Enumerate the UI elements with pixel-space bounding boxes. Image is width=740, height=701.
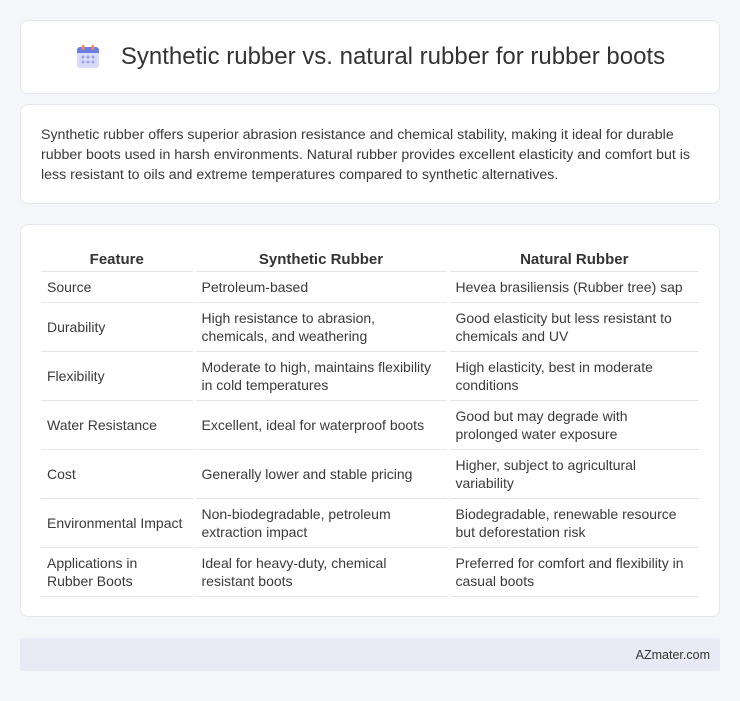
cell-synthetic: Petroleum-based [192, 271, 448, 303]
table-header-row: Feature Synthetic Rubber Natural Rubber [41, 245, 699, 272]
comparison-table-card: Feature Synthetic Rubber Natural Rubber … [20, 224, 720, 617]
cell-synthetic: Excellent, ideal for waterproof boots [192, 400, 448, 450]
table-row: Applications in Rubber Boots Ideal for h… [41, 547, 699, 597]
cell-feature: Durability [41, 302, 194, 352]
cell-natural: Higher, subject to agricultural variabil… [446, 449, 699, 499]
header-synthetic: Synthetic Rubber [192, 245, 448, 272]
cell-feature: Applications in Rubber Boots [41, 547, 194, 597]
footer-brand: AZmater.com [635, 647, 710, 662]
cell-feature: Flexibility [41, 351, 194, 401]
summary-card: Synthetic rubber offers superior abrasio… [20, 104, 720, 204]
calendar-icon [75, 44, 101, 70]
cell-feature: Environmental Impact [41, 498, 194, 548]
title-card: Synthetic rubber vs. natural rubber for … [20, 20, 720, 94]
comparison-table: Feature Synthetic Rubber Natural Rubber … [41, 245, 699, 597]
table-row: Flexibility Moderate to high, maintains … [41, 351, 699, 401]
table-row: Durability High resistance to abrasion, … [41, 302, 699, 352]
cell-natural: Good but may degrade with prolonged wate… [446, 400, 699, 450]
footer: AZmater.com [20, 638, 720, 671]
table-row: Source Petroleum-based Hevea brasiliensi… [41, 271, 699, 303]
header-natural: Natural Rubber [446, 245, 699, 272]
cell-natural: Good elasticity but less resistant to ch… [446, 302, 699, 352]
summary-text: Synthetic rubber offers superior abrasio… [41, 127, 691, 183]
cell-synthetic: Moderate to high, maintains flexibility … [192, 351, 448, 401]
table-row: Water Resistance Excellent, ideal for wa… [41, 400, 699, 450]
cell-feature: Water Resistance [41, 400, 194, 450]
cell-feature: Cost [41, 449, 194, 499]
cell-natural: High elasticity, best in moderate condit… [446, 351, 699, 401]
cell-natural: Hevea brasiliensis (Rubber tree) sap [446, 271, 699, 303]
cell-synthetic: Generally lower and stable pricing [192, 449, 448, 499]
cell-synthetic: Ideal for heavy-duty, chemical resistant… [192, 547, 448, 597]
cell-natural: Biodegradable, renewable resource but de… [446, 498, 699, 548]
cell-synthetic: Non-biodegradable, petroleum extraction … [192, 498, 448, 548]
page-title: Synthetic rubber vs. natural rubber for … [120, 43, 666, 70]
table-row: Environmental Impact Non-biodegradable, … [41, 498, 699, 548]
header-feature: Feature [41, 245, 194, 272]
table-row: Cost Generally lower and stable pricing … [41, 449, 699, 499]
cell-synthetic: High resistance to abrasion, chemicals, … [192, 302, 448, 352]
cell-feature: Source [41, 271, 194, 303]
cell-natural: Preferred for comfort and flexibility in… [446, 547, 699, 597]
